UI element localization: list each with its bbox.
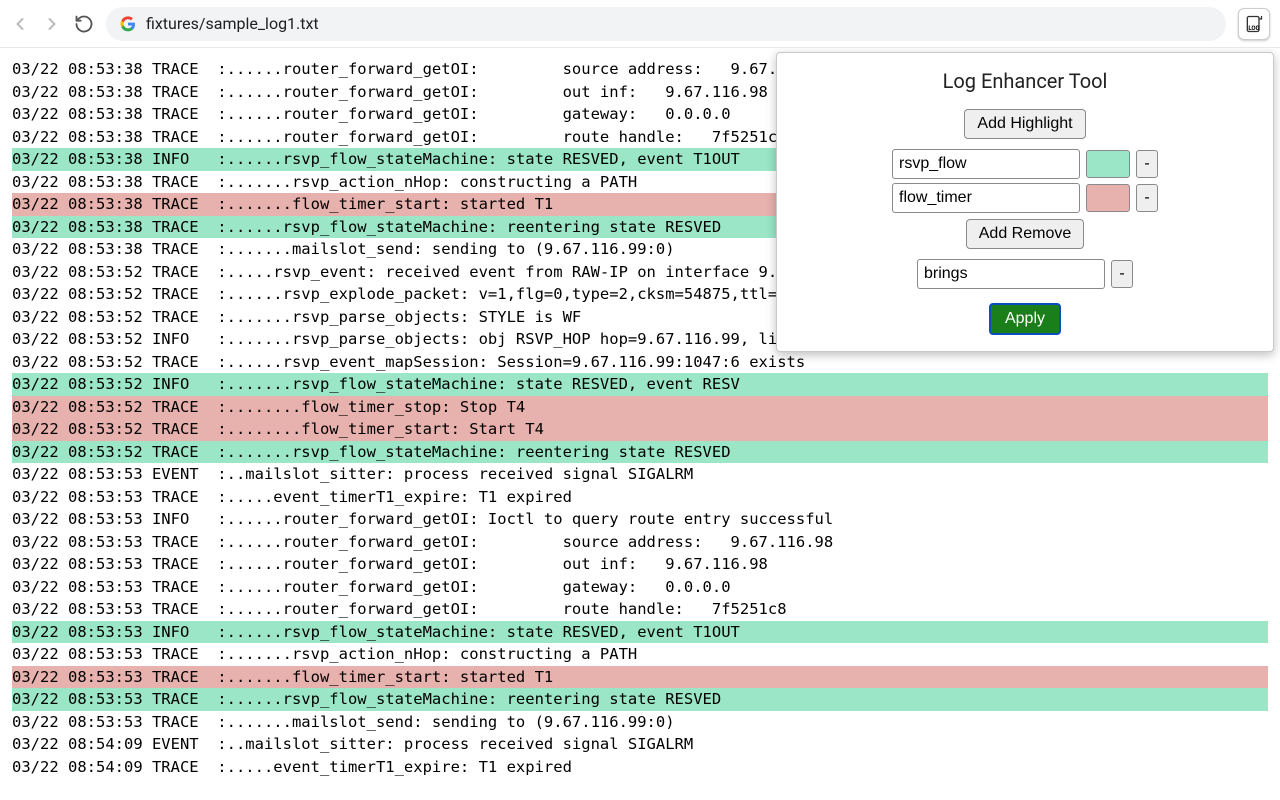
- log-line: 03/22 08:53:52 INFO :.......rsvp_flow_st…: [12, 373, 1268, 396]
- log-line: 03/22 08:53:53 EVENT :..mailslot_sitter:…: [12, 463, 1268, 486]
- log-line: 03/22 08:53:53 TRACE :......router_forwa…: [12, 598, 1268, 621]
- reload-button[interactable]: [74, 14, 94, 34]
- highlight-color-0[interactable]: [1086, 150, 1130, 178]
- add-remove-button[interactable]: Add Remove: [966, 219, 1085, 249]
- remove-remove-0[interactable]: -: [1111, 260, 1133, 288]
- log-enhancer-panel: Log Enhancer Tool Add Highlight - - Add …: [776, 52, 1274, 352]
- google-icon: [120, 16, 136, 32]
- log-line: 03/22 08:53:53 TRACE :......router_forwa…: [12, 576, 1268, 599]
- highlight-remove-1[interactable]: -: [1136, 184, 1158, 212]
- content-area: 03/22 08:53:38 TRACE :......router_forwa…: [0, 48, 1280, 800]
- log-line: 03/22 08:53:52 TRACE :........flow_timer…: [12, 418, 1268, 441]
- log-line: 03/22 08:53:53 TRACE :.....event_timerT1…: [12, 486, 1268, 509]
- omnibox[interactable]: fixtures/sample_log1.txt: [106, 7, 1226, 41]
- log-line: 03/22 08:54:09 EVENT :..mailslot_sitter:…: [12, 733, 1268, 756]
- url-text: fixtures/sample_log1.txt: [146, 14, 319, 33]
- nav-buttons: [10, 14, 94, 34]
- browser-toolbar: fixtures/sample_log1.txt LOG: [0, 0, 1280, 48]
- log-line: 03/22 08:53:53 TRACE :.......mailslot_se…: [12, 711, 1268, 734]
- remove-row-0: -: [787, 259, 1263, 289]
- log-line: 03/22 08:53:53 INFO :......router_forwar…: [12, 508, 1268, 531]
- apply-button[interactable]: Apply: [989, 303, 1061, 335]
- panel-title: Log Enhancer Tool: [787, 69, 1263, 93]
- highlight-color-1[interactable]: [1086, 184, 1130, 212]
- extension-button[interactable]: LOG: [1238, 8, 1270, 40]
- log-line: 03/22 08:53:53 TRACE :......rsvp_flow_st…: [12, 688, 1268, 711]
- log-line: 03/22 08:53:52 TRACE :......rsvp_event_m…: [12, 351, 1268, 374]
- log-line: 03/22 08:53:52 TRACE :........flow_timer…: [12, 396, 1268, 419]
- log-line: 03/22 08:53:53 INFO :......rsvp_flow_sta…: [12, 621, 1268, 644]
- forward-button[interactable]: [42, 14, 62, 34]
- log-line: 03/22 08:53:53 TRACE :......router_forwa…: [12, 531, 1268, 554]
- log-line: 03/22 08:53:53 TRACE :......router_forwa…: [12, 553, 1268, 576]
- highlight-row-0: -: [787, 149, 1263, 179]
- highlight-input-0[interactable]: [892, 149, 1080, 179]
- log-line: 03/22 08:54:09 TRACE :.....event_timerT1…: [12, 756, 1268, 779]
- highlight-row-1: -: [787, 183, 1263, 213]
- log-line: 03/22 08:53:53 TRACE :.......rsvp_action…: [12, 643, 1268, 666]
- highlight-input-1[interactable]: [892, 183, 1080, 213]
- add-highlight-button[interactable]: Add Highlight: [964, 109, 1085, 139]
- log-line: 03/22 08:53:53 TRACE :.......flow_timer_…: [12, 666, 1268, 689]
- back-button[interactable]: [10, 14, 30, 34]
- log-line: 03/22 08:53:52 TRACE :.......rsvp_flow_s…: [12, 441, 1268, 464]
- highlight-remove-0[interactable]: -: [1136, 150, 1158, 178]
- extension-badge: LOG: [1248, 25, 1259, 32]
- remove-input-0[interactable]: [917, 259, 1105, 289]
